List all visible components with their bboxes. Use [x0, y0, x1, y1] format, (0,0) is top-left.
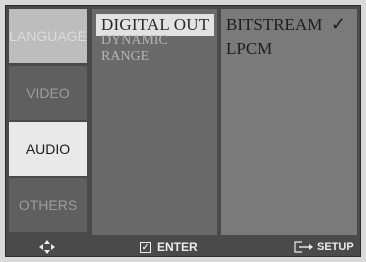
- tab-video-label: VIDEO: [26, 85, 70, 101]
- menu-item-digital-out-label: DIGITAL OUT: [101, 15, 210, 34]
- tab-others-label: OTHERS: [18, 197, 78, 213]
- menu-item-dynamic-range[interactable]: DYNAMIC RANGE: [96, 33, 214, 64]
- setup-hint: SETUP: [294, 237, 354, 257]
- tab-audio-label: AUDIO: [25, 141, 71, 157]
- enter-check-icon: ✓: [140, 241, 151, 253]
- option-bitstream-label: BITSTREAM: [226, 15, 323, 34]
- tab-video[interactable]: VIDEO: [9, 66, 87, 120]
- tab-others[interactable]: OTHERS: [9, 178, 87, 232]
- tab-audio[interactable]: AUDIO: [9, 122, 87, 176]
- enter-hint: ✓ ENTER: [140, 237, 198, 257]
- audio-menu-panel: DIGITAL OUT DYNAMIC RANGE: [92, 9, 217, 235]
- options-panel: BITSTREAM ✓ LPCM: [221, 9, 357, 235]
- footer-bar: ✓ ENTER SETUP: [5, 237, 361, 257]
- check-icon: ✓: [330, 14, 346, 34]
- enter-label: ENTER: [157, 240, 198, 254]
- navigate-icon: [37, 237, 57, 257]
- tab-language[interactable]: LANGUAGE: [9, 9, 87, 63]
- setup-arrow-icon: [294, 241, 314, 253]
- option-bitstream[interactable]: BITSTREAM ✓: [226, 14, 354, 36]
- option-lpcm[interactable]: LPCM: [226, 38, 354, 60]
- setup-label: SETUP: [317, 241, 354, 253]
- option-lpcm-label: LPCM: [226, 39, 273, 58]
- menu-item-dynamic-range-label: DYNAMIC RANGE: [101, 33, 168, 64]
- tab-language-label: LANGUAGE: [9, 28, 87, 44]
